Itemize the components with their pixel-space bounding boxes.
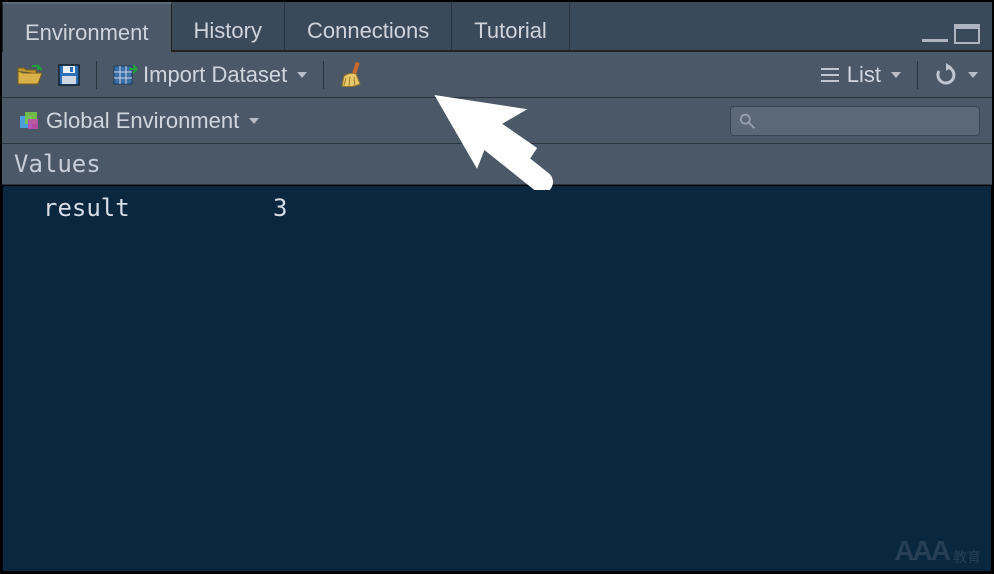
floppy-disk-icon	[58, 64, 80, 86]
tab-environment[interactable]: Environment	[2, 2, 172, 52]
values-section-header: Values	[2, 144, 992, 185]
chevron-down-icon	[249, 118, 259, 124]
variable-value: 3	[273, 194, 287, 222]
watermark-sub: 教育	[953, 547, 981, 567]
tab-label: Environment	[25, 20, 149, 46]
environment-content: result 3 AAA 教育	[2, 185, 992, 572]
environment-scope-bar: Global Environment	[2, 98, 992, 144]
view-mode-label: List	[847, 62, 881, 88]
save-button[interactable]	[54, 62, 84, 88]
environment-scope-label: Global Environment	[46, 108, 239, 134]
clear-environment-button[interactable]	[336, 60, 368, 90]
tab-history[interactable]: History	[172, 2, 285, 50]
import-dataset-label: Import Dataset	[143, 62, 287, 88]
section-header-label: Values	[14, 150, 101, 178]
maximize-icon[interactable]	[954, 24, 980, 44]
list-lines-icon	[819, 66, 841, 84]
tab-label: History	[194, 18, 262, 44]
chevron-down-icon	[891, 72, 901, 78]
tab-label: Connections	[307, 18, 429, 44]
watermark-main: AAA	[894, 535, 949, 567]
broom-icon	[340, 62, 364, 88]
tab-bar: Environment History Connections Tutorial	[2, 2, 992, 52]
grid-import-icon	[113, 65, 137, 85]
view-mode-dropdown[interactable]: List	[815, 60, 905, 90]
environment-scope-dropdown[interactable]: Global Environment	[14, 106, 263, 136]
variable-name: result	[43, 194, 273, 222]
search-input[interactable]	[761, 110, 971, 131]
folder-open-icon	[16, 64, 42, 86]
refresh-icon	[934, 63, 958, 87]
tab-connections[interactable]: Connections	[285, 2, 452, 50]
chevron-down-icon	[297, 72, 307, 78]
open-folder-button[interactable]	[12, 62, 46, 88]
stacked-squares-icon	[18, 110, 40, 132]
tab-tutorial[interactable]: Tutorial	[452, 2, 570, 50]
minimize-icon[interactable]	[922, 38, 948, 42]
import-dataset-button[interactable]: Import Dataset	[109, 60, 311, 90]
variable-row[interactable]: result 3	[3, 186, 991, 230]
refresh-button[interactable]	[930, 61, 982, 89]
search-icon	[739, 112, 755, 130]
chevron-down-icon	[968, 72, 978, 78]
environment-toolbar: Import Dataset List	[2, 52, 992, 98]
watermark: AAA 教育	[894, 535, 981, 567]
search-field[interactable]	[730, 106, 980, 136]
tab-label: Tutorial	[474, 18, 547, 44]
